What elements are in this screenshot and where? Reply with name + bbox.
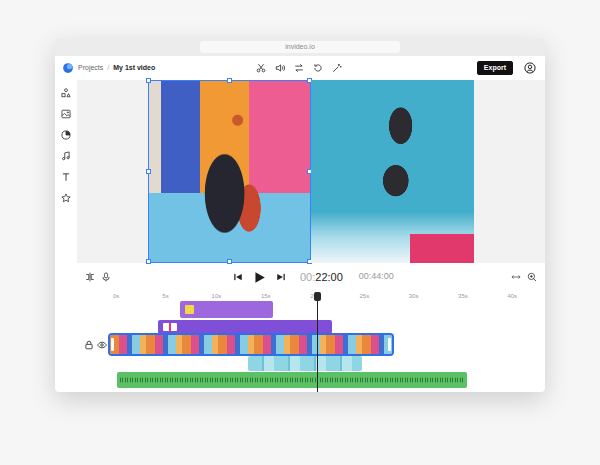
track-controls (55, 335, 110, 354)
timeline-track (55, 301, 545, 318)
export-button[interactable]: Export (477, 61, 513, 76)
resize-handle[interactable] (146, 259, 151, 264)
overlay-clip[interactable] (248, 356, 362, 371)
rotate-icon[interactable] (313, 63, 323, 73)
trim-handle[interactable] (111, 338, 114, 351)
ruler-label: 35s (458, 292, 507, 300)
track-controls (55, 372, 110, 388)
timeline-track (55, 320, 545, 334)
timeline-track (55, 356, 545, 371)
sticker-clip[interactable] (180, 301, 273, 318)
text-clip[interactable] (158, 320, 332, 334)
track-lane (110, 301, 545, 318)
zoom-in-icon[interactable] (527, 272, 537, 282)
clip-thumbnail (185, 305, 194, 314)
fit-width-icon[interactable] (511, 272, 521, 282)
shapes-icon[interactable] (61, 88, 71, 98)
play-icon[interactable] (253, 271, 266, 284)
magic-wand-icon[interactable] (332, 63, 342, 73)
app-header: Projects / My 1st video Export (55, 56, 545, 80)
clip-thumbnail (163, 323, 177, 331)
music-icon[interactable] (61, 151, 71, 161)
canvas (77, 80, 545, 263)
ruler-label: 30s (409, 292, 458, 300)
ruler-label: 40s (507, 292, 517, 300)
track-lane (110, 372, 545, 388)
track-lane (110, 356, 545, 371)
track-controls (55, 356, 110, 371)
total-time: 00:44:00 (359, 270, 394, 284)
split-icon[interactable] (85, 272, 95, 282)
current-time: 00:22:00 (300, 269, 343, 286)
canvas-media[interactable] (311, 80, 474, 263)
track-lane (110, 320, 545, 334)
ruler-label: 10s (212, 292, 261, 300)
projects-link[interactable]: Projects (78, 63, 103, 74)
project-title[interactable]: My 1st video (113, 63, 155, 74)
current-time-value: 22:00 (315, 271, 343, 283)
track-controls (55, 320, 110, 334)
timeline: 0s5s10s15s20s25s30s35s40s (55, 291, 545, 392)
microphone-icon[interactable] (101, 272, 111, 282)
resize-handle[interactable] (227, 259, 232, 264)
address-bar[interactable]: invideo.io (200, 41, 400, 53)
ruler-label: 15s (261, 292, 310, 300)
scissors-icon[interactable] (256, 63, 266, 73)
resize-handle[interactable] (227, 78, 232, 83)
player-controls: 00:22:00 00:44:00 (55, 263, 545, 291)
text-tool-icon[interactable] (61, 172, 71, 182)
audio-clip[interactable] (117, 372, 467, 388)
logo-icon[interactable] (62, 62, 74, 74)
editor-window: invideo.io Projects / My 1st video Expor… (55, 38, 545, 392)
ruler-label: 5s (162, 292, 211, 300)
next-icon[interactable] (276, 272, 286, 282)
resize-handle[interactable] (146, 169, 151, 174)
swap-icon[interactable] (294, 63, 304, 73)
eye-icon[interactable] (97, 340, 107, 350)
previous-icon[interactable] (233, 272, 243, 282)
track-lane (110, 335, 545, 354)
browser-bar: invideo.io (55, 38, 545, 56)
resize-handle[interactable] (146, 78, 151, 83)
url-text: invideo.io (285, 43, 315, 50)
canvas-media[interactable] (148, 80, 311, 263)
video-clip[interactable] (110, 335, 392, 354)
lock-icon[interactable] (84, 340, 94, 350)
time-ruler[interactable]: 0s5s10s15s20s25s30s35s40s (55, 291, 545, 301)
tool-sidebar (55, 80, 77, 263)
trim-handle[interactable] (388, 338, 391, 351)
timeline-track (55, 335, 545, 354)
ruler-label: 25s (359, 292, 408, 300)
track-controls (55, 301, 110, 318)
ruler-label: 0s (113, 292, 162, 300)
volume-icon[interactable] (275, 63, 285, 73)
user-avatar-icon[interactable] (524, 62, 536, 74)
breadcrumb-separator: / (107, 63, 109, 74)
star-icon[interactable] (61, 193, 71, 203)
sticker-icon[interactable] (61, 130, 71, 140)
stage (55, 80, 545, 263)
timeline-track (55, 372, 545, 388)
current-time-prefix: 00: (300, 271, 315, 283)
waveform (120, 375, 464, 385)
track-list (55, 301, 545, 388)
toolbar (256, 63, 342, 73)
playhead[interactable] (317, 292, 318, 392)
image-icon[interactable] (61, 109, 71, 119)
